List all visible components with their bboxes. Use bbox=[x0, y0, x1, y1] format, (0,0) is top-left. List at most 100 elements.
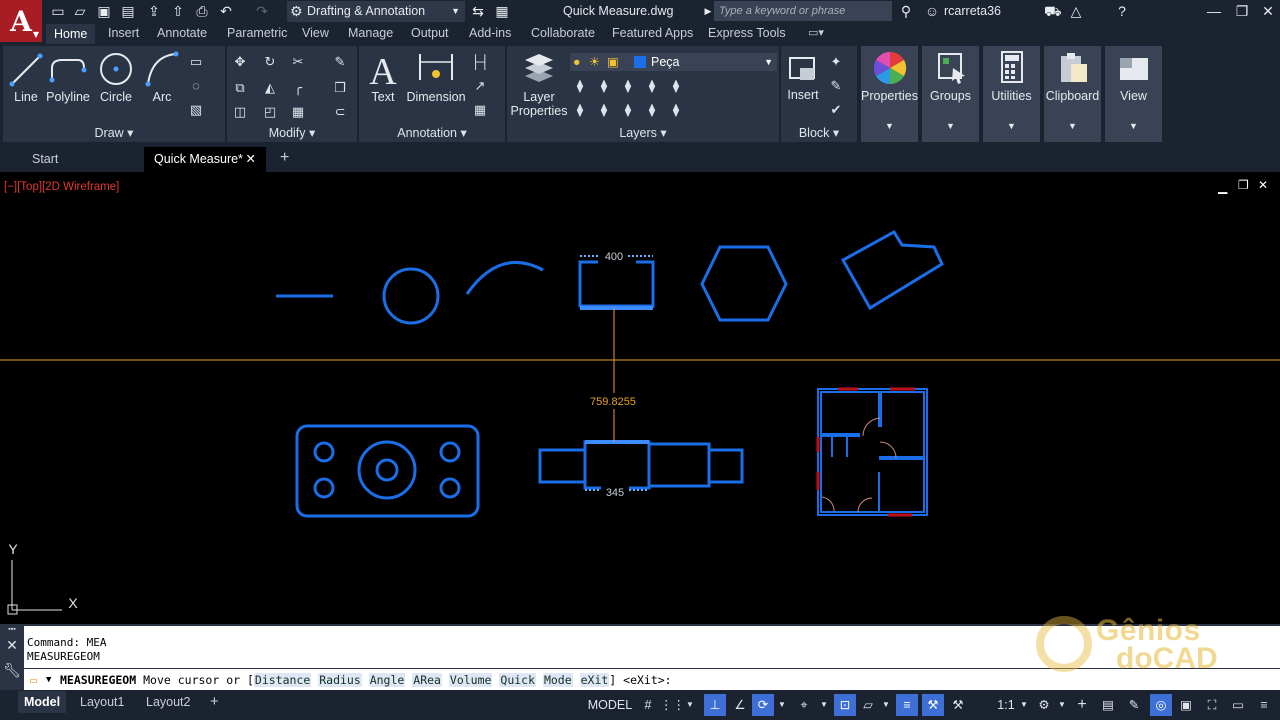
chevron-down-icon[interactable]: ▼ bbox=[776, 694, 788, 716]
tab-quick-measure[interactable]: Quick Measure* ✕ bbox=[144, 147, 266, 172]
ortho-icon[interactable]: ⊥ bbox=[704, 694, 726, 716]
annotation-visibility-icon[interactable]: ⚒ bbox=[922, 694, 944, 716]
chevron-down-icon[interactable]: ▼ bbox=[684, 694, 696, 716]
grip-icon[interactable]: ▪▪▪ bbox=[0, 626, 24, 633]
annotation-scale[interactable]: 1:1 bbox=[996, 694, 1016, 716]
drawn-hexagon[interactable] bbox=[700, 245, 788, 322]
ellipse-icon[interactable]: ◌ bbox=[187, 78, 205, 94]
units-icon[interactable]: ▤ bbox=[1098, 694, 1118, 716]
properties-button[interactable]: Properties ▼ bbox=[861, 46, 918, 142]
transparency-icon[interactable]: ≡ bbox=[896, 694, 918, 716]
plate-hole[interactable] bbox=[439, 477, 461, 499]
tab-collaborate[interactable]: Collaborate bbox=[531, 26, 595, 40]
annotation-panel-title[interactable]: Annotation ▾ bbox=[359, 125, 505, 140]
new-file-icon[interactable]: ▭ bbox=[50, 3, 66, 19]
ribbon-options-icon[interactable]: ▭▾ bbox=[808, 26, 824, 39]
layer-tool-icon[interactable]: ⧫ bbox=[643, 102, 661, 118]
close-command-icon[interactable]: ✕ bbox=[0, 637, 24, 654]
move-icon[interactable]: ✥ bbox=[231, 54, 249, 70]
insert-block-button[interactable]: Insert bbox=[783, 52, 823, 102]
layer-properties-button[interactable]: Layer Properties bbox=[511, 50, 567, 118]
drawn-arc[interactable] bbox=[465, 261, 544, 295]
layer-tool-icon[interactable]: ⧫ bbox=[571, 102, 589, 118]
layer-dropdown[interactable]: ● ☀ ▣ Peça ▼ bbox=[570, 53, 777, 71]
option-volume[interactable]: Volume bbox=[448, 673, 493, 687]
modify-panel-title[interactable]: Modify ▾ bbox=[227, 125, 357, 140]
option-radius[interactable]: Radius bbox=[318, 673, 362, 687]
plate-hole[interactable] bbox=[313, 477, 335, 499]
upload-icon[interactable]: ⇧ bbox=[170, 3, 186, 19]
linear-dimension-icon[interactable]: ├┤ bbox=[471, 54, 489, 70]
draw-panel-title[interactable]: Draw ▾ bbox=[3, 125, 225, 140]
polar-icon[interactable]: ∠ bbox=[730, 694, 750, 716]
annotation-monitor-icon[interactable]: + bbox=[1072, 694, 1092, 716]
mirror-icon[interactable]: ◭ bbox=[261, 80, 279, 96]
line-button[interactable]: Line bbox=[7, 50, 45, 104]
utilities-button[interactable]: Utilities ▼ bbox=[983, 46, 1040, 142]
close-icon[interactable]: ✕ bbox=[1258, 2, 1278, 20]
binoculars-icon[interactable]: ⚲ bbox=[898, 3, 914, 19]
plate-hole[interactable] bbox=[313, 441, 335, 463]
publish-web-icon[interactable]: ⇪ bbox=[146, 3, 162, 19]
tab-manage[interactable]: Manage bbox=[348, 26, 393, 40]
isodraft-icon[interactable]: ⟳ bbox=[752, 694, 774, 716]
fillet-icon[interactable]: ╭ bbox=[289, 80, 307, 96]
option-distance[interactable]: Distance bbox=[253, 673, 312, 687]
drawing-viewport[interactable]: [−][Top][2D Wireframe] ▁ ❐ ✕ 759.8255 40… bbox=[0, 172, 1280, 624]
redo-icon[interactable]: ↷ bbox=[254, 3, 270, 19]
rotate-icon[interactable]: ↻ bbox=[261, 54, 279, 70]
minimize-icon[interactable]: — bbox=[1204, 2, 1224, 20]
trim-icon[interactable]: ✂ bbox=[289, 54, 307, 70]
cart-icon[interactable]: ⛟ bbox=[1044, 3, 1062, 19]
layer-tool-icon[interactable]: ⧫ bbox=[619, 102, 637, 118]
chevron-down-icon[interactable]: ▼ bbox=[1056, 694, 1068, 716]
floor-plan[interactable] bbox=[817, 388, 928, 516]
option-mode[interactable]: Mode bbox=[542, 673, 573, 687]
tab-output[interactable]: Output bbox=[411, 26, 449, 40]
circle-button[interactable]: Circle bbox=[97, 50, 135, 104]
copy-icon[interactable]: ⧉ bbox=[231, 80, 249, 96]
autodesk-app-icon[interactable]: △ bbox=[1068, 3, 1084, 19]
attribute-icon[interactable]: ✔ bbox=[827, 102, 845, 118]
table-icon[interactable]: ▦ bbox=[471, 102, 489, 118]
save-as-icon[interactable]: ▤ bbox=[120, 3, 136, 19]
drawn-bracket[interactable] bbox=[578, 260, 655, 308]
shaft-segment[interactable] bbox=[538, 448, 587, 484]
leader-icon[interactable]: ↗ bbox=[471, 78, 489, 94]
plate-hole[interactable] bbox=[439, 441, 461, 463]
array-icon[interactable]: ▦ bbox=[289, 104, 307, 120]
scale-icon[interactable]: ◰ bbox=[261, 104, 279, 120]
view-button[interactable]: View ▼ bbox=[1105, 46, 1162, 142]
layer-tool-icon[interactable]: ⧫ bbox=[619, 78, 637, 94]
workspace-gear-icon[interactable]: ⚙ bbox=[1034, 694, 1054, 716]
explode-icon[interactable]: ❒ bbox=[331, 80, 349, 96]
offset-icon[interactable]: ⊂ bbox=[331, 104, 349, 120]
grid-icon[interactable]: # bbox=[638, 694, 658, 716]
plate-center-ring[interactable] bbox=[357, 440, 417, 500]
user-name[interactable]: rcarreta36 bbox=[944, 4, 1001, 18]
customization-menu-icon[interactable]: ≡ bbox=[1254, 694, 1274, 716]
clean-screen-icon[interactable]: ⛶ bbox=[1202, 694, 1222, 716]
restore-icon[interactable]: ❐ bbox=[1232, 2, 1252, 20]
layout-tab-layout2[interactable]: Layout2 bbox=[140, 691, 196, 713]
add-layout-icon[interactable]: + bbox=[204, 691, 225, 713]
tab-insert[interactable]: Insert bbox=[108, 26, 139, 40]
tab-view[interactable]: View bbox=[302, 26, 329, 40]
tab-annotate[interactable]: Annotate bbox=[157, 26, 207, 40]
object-snap-tracking-icon[interactable]: ⌖ bbox=[794, 694, 814, 716]
tab-add-ins[interactable]: Add-ins bbox=[469, 26, 511, 40]
close-tab-icon[interactable]: ✕ bbox=[246, 147, 256, 172]
layer-tool-icon[interactable]: ⧫ bbox=[571, 78, 589, 94]
layer-tool-icon[interactable]: ⧫ bbox=[595, 78, 613, 94]
erase-icon[interactable]: ✎ bbox=[331, 54, 349, 70]
groups-button[interactable]: Groups ▼ bbox=[922, 46, 979, 142]
model-space-toggle[interactable]: MODEL bbox=[586, 694, 634, 716]
layer-tool-icon[interactable]: ⧫ bbox=[595, 102, 613, 118]
tab-parametric[interactable]: Parametric bbox=[227, 26, 287, 40]
graphics-performance-icon[interactable]: ▣ bbox=[1176, 694, 1196, 716]
save-icon[interactable]: ▣ bbox=[96, 3, 112, 19]
undo-icon[interactable]: ↶ bbox=[218, 3, 234, 19]
workspace-switcher[interactable]: ⚙ Drafting & Annotation ▼ bbox=[287, 1, 465, 22]
arc-button[interactable]: Arc bbox=[143, 50, 181, 104]
new-tab-icon[interactable]: + bbox=[280, 149, 289, 167]
